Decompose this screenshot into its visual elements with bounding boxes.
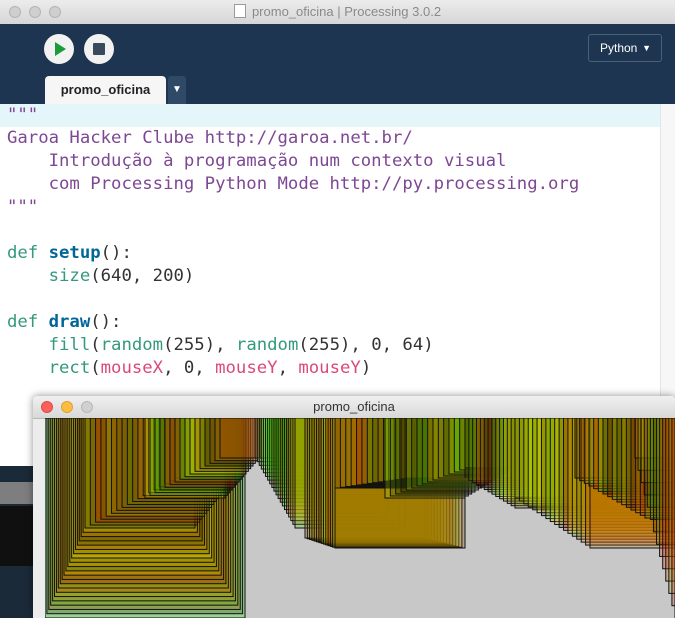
- window-title: promo_oficina | Processing 3.0.2: [251, 4, 442, 19]
- document-icon: [233, 4, 246, 18]
- window-title-wrap: promo_oficina | Processing 3.0.2: [0, 4, 675, 19]
- chevron-down-icon: ▼: [642, 43, 651, 53]
- sketch-title-bar[interactable]: promo_oficina: [33, 396, 675, 419]
- generative-art: [45, 418, 675, 618]
- mode-label: Python: [600, 41, 638, 55]
- tab-promo-oficina[interactable]: promo_oficina: [45, 76, 166, 104]
- sketch-rect: [219, 418, 261, 459]
- tab-menu-button[interactable]: ▼: [168, 76, 186, 104]
- sketch-window: promo_oficina: [33, 396, 675, 618]
- mode-selector[interactable]: Python ▼: [588, 34, 662, 62]
- code-line-4: com Processing Python Mode http://py.pro…: [7, 174, 580, 194]
- code-line-11: fill(random(255), random(255), 0, 64): [48, 335, 434, 355]
- sketch-canvas[interactable]: [45, 418, 675, 618]
- code-line-7: def setup():: [7, 243, 132, 263]
- ide-title-bar: promo_oficina | Processing 3.0.2: [0, 0, 675, 25]
- code-line-3: Introdução à programação num contexto vi…: [7, 151, 507, 171]
- tab-label: promo_oficina: [60, 82, 151, 97]
- play-icon: [55, 42, 66, 56]
- code-line-5: """: [7, 197, 39, 217]
- code-line-12: rect(mouseX, 0, mouseY, mouseY): [48, 358, 372, 378]
- stop-button[interactable]: [84, 34, 114, 64]
- run-button[interactable]: [44, 34, 74, 64]
- sketch-title: promo_oficina: [313, 399, 395, 414]
- code-line-8: size(640, 200): [48, 266, 195, 286]
- code-line-10: def draw():: [7, 312, 122, 332]
- stop-icon: [93, 43, 105, 55]
- code-text: """ Garoa Hacker Clube http://garoa.net.…: [7, 104, 579, 380]
- code-line-2: Garoa Hacker Clube http://garoa.net.br/: [7, 128, 413, 148]
- ide-toolbar: Python ▼ promo_oficina ▼: [0, 24, 675, 104]
- code-line-1: """: [7, 105, 39, 125]
